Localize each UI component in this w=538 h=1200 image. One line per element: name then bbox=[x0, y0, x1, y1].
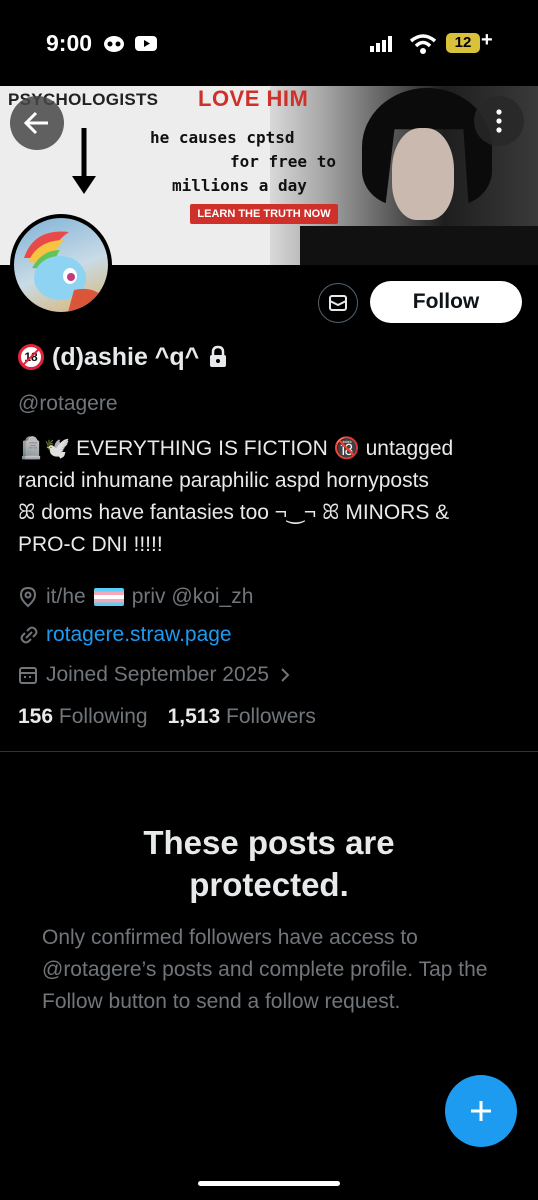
divider bbox=[0, 751, 538, 752]
followers-link[interactable]: 1,513 Followers bbox=[168, 705, 316, 729]
location-text-pre: it/he bbox=[46, 585, 86, 608]
protected-body: Only confirmed followers have access to … bbox=[42, 926, 488, 1013]
followers-label: Followers bbox=[226, 705, 316, 728]
protected-title-line-1: These posts are bbox=[143, 824, 395, 861]
lock-icon bbox=[210, 345, 227, 367]
age-restricted-badge: 18 bbox=[18, 344, 44, 370]
protected-title: These posts are protected. bbox=[0, 822, 538, 906]
follow-button[interactable]: Follow bbox=[370, 281, 522, 323]
avatar-image bbox=[14, 218, 108, 312]
bio-line: 🪦🕊️ EVERYTHING IS FICTION 🔞 untagged bbox=[18, 437, 454, 460]
website-link[interactable]: rotagere.straw.page bbox=[46, 623, 232, 647]
location-text-post: priv @koi_zh bbox=[131, 585, 254, 608]
arrow-down-icon bbox=[72, 128, 96, 194]
following-link[interactable]: 156 Following bbox=[18, 705, 148, 729]
avatar[interactable] bbox=[10, 214, 112, 316]
signal-icon bbox=[370, 36, 392, 52]
more-vertical-icon bbox=[496, 109, 502, 133]
location-pin-icon bbox=[19, 586, 37, 608]
following-label: Following bbox=[58, 705, 148, 728]
joined-row[interactable]: Joined September 2025 bbox=[18, 660, 293, 690]
status-bar: 9:00 12 + bbox=[0, 0, 538, 86]
display-name: (d)ashie ^q^ bbox=[52, 342, 200, 371]
charging-icon: + bbox=[481, 29, 493, 51]
battery-indicator: 12 bbox=[446, 33, 480, 53]
banner-line-1: he causes cptsd bbox=[150, 128, 295, 147]
calendar-icon bbox=[19, 667, 37, 684]
handle: @rotagere bbox=[18, 392, 118, 415]
banner-shirt bbox=[300, 226, 538, 265]
banner-line-3: millions a day bbox=[172, 176, 307, 195]
protected-title-line-2: protected. bbox=[189, 866, 349, 903]
youtube-icon bbox=[135, 36, 157, 51]
back-button[interactable] bbox=[10, 96, 64, 150]
status-time: 9:00 bbox=[46, 30, 93, 56]
app-notification-icon bbox=[104, 36, 124, 52]
compose-button[interactable] bbox=[445, 1075, 517, 1147]
trans-flag-icon bbox=[93, 588, 124, 606]
banner-face bbox=[392, 128, 454, 220]
website-row: rotagere.straw.page bbox=[18, 620, 232, 650]
followers-count: 1,513 bbox=[167, 705, 221, 728]
arrow-left-icon bbox=[23, 111, 48, 135]
banner-headline-2: LOVE HIM bbox=[198, 86, 309, 111]
bio-line: rancid inhumane paraphilic aspd hornypos… bbox=[18, 469, 429, 492]
following-count: 156 bbox=[18, 705, 54, 728]
banner-cta: LEARN THE TRUTH NOW bbox=[190, 204, 338, 224]
plus-icon bbox=[471, 1101, 491, 1121]
banner-line-2: for free to bbox=[230, 152, 336, 171]
envelope-icon bbox=[329, 295, 347, 311]
bio-line: PRO-C DNI !!!!! bbox=[18, 533, 163, 556]
more-options-button[interactable] bbox=[474, 96, 524, 146]
joined-text: Joined September 2025 bbox=[46, 663, 269, 686]
home-indicator[interactable] bbox=[198, 1181, 340, 1186]
bio-line: ꕤ doms have fantasies too ¬‿¬ ꕤ MINORS & bbox=[18, 501, 450, 524]
bio: 🪦🕊️ EVERYTHING IS FICTION 🔞 untagged ran… bbox=[18, 433, 523, 561]
name-row: 18 (d)ashie ^q^ bbox=[18, 340, 229, 374]
wifi-icon bbox=[409, 34, 437, 54]
chevron-right-icon bbox=[281, 668, 290, 682]
link-icon bbox=[20, 626, 38, 644]
message-button[interactable] bbox=[318, 283, 358, 323]
follow-counts: 156 Following 1,513 Followers bbox=[18, 705, 316, 729]
pony-illustration bbox=[24, 231, 102, 312]
location-row: it/he priv @koi_zh bbox=[18, 582, 253, 612]
